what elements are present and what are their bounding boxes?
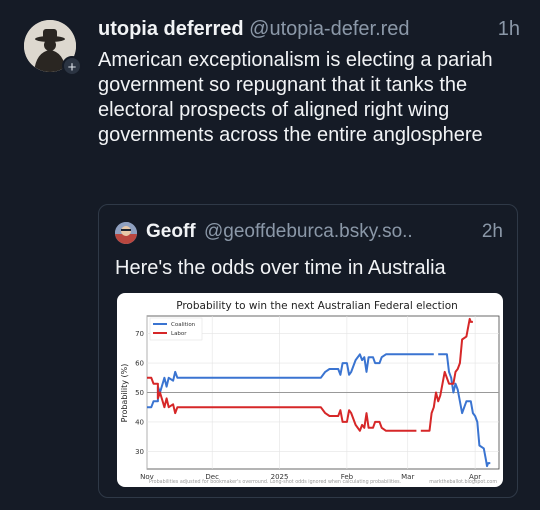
y-axis-label: Probability (%) — [120, 364, 129, 423]
quoted-author-name[interactable]: Geoff — [146, 221, 196, 243]
author-avatar[interactable]: + — [24, 20, 82, 76]
chart-footer-source: marktheballot.blogspot.com — [429, 479, 497, 485]
y-tick-label: 50 — [135, 389, 144, 397]
chart-title: Probability to win the next Australian F… — [176, 300, 458, 312]
quoted-post-text: Here's the odds over time in Australia — [115, 257, 446, 279]
x-tick-label: Mar — [401, 473, 414, 481]
quoted-author-handle[interactable]: @geoffdeburca.bsky.so.. — [204, 221, 413, 243]
y-tick-label: 30 — [135, 448, 144, 456]
y-tick-label: 60 — [135, 360, 144, 368]
quoted-post-timestamp[interactable]: 2h — [482, 221, 503, 243]
quoted-post-card[interactable]: Geoff @geoffdeburca.bsky.so.. 2h Here's … — [98, 204, 518, 498]
legend-label: Coalition — [171, 322, 196, 328]
author-display-name[interactable]: utopia deferred — [98, 18, 244, 40]
chart-footer-note: Probabilities adjusted for bookmaker's o… — [149, 479, 401, 485]
y-tick-label: 40 — [135, 418, 144, 426]
plus-icon: + — [67, 59, 77, 76]
follow-button[interactable]: + — [62, 56, 82, 76]
post-header: utopia deferred @utopia-defer.red 1h — [98, 18, 520, 44]
odds-chart: Probability to win the next Australian F… — [120, 300, 500, 485]
avatar-photo-icon — [115, 222, 137, 244]
chart-legend: Coalition Labor — [149, 317, 203, 341]
series-line-coalition — [147, 353, 491, 468]
y-tick-label: 70 — [135, 330, 144, 338]
legend-label: Labor — [171, 331, 187, 337]
post-text: American exceptionalism is electing a pa… — [98, 49, 493, 146]
chart-image[interactable]: Probability to win the next Australian F… — [117, 293, 503, 487]
quoted-post-header: Geoff @geoffdeburca.bsky.so.. 2h — [115, 221, 503, 245]
post-timestamp[interactable]: 1h — [498, 18, 520, 41]
quoted-author-avatar[interactable] — [115, 222, 137, 244]
author-handle[interactable]: @utopia-defer.red — [249, 18, 409, 40]
